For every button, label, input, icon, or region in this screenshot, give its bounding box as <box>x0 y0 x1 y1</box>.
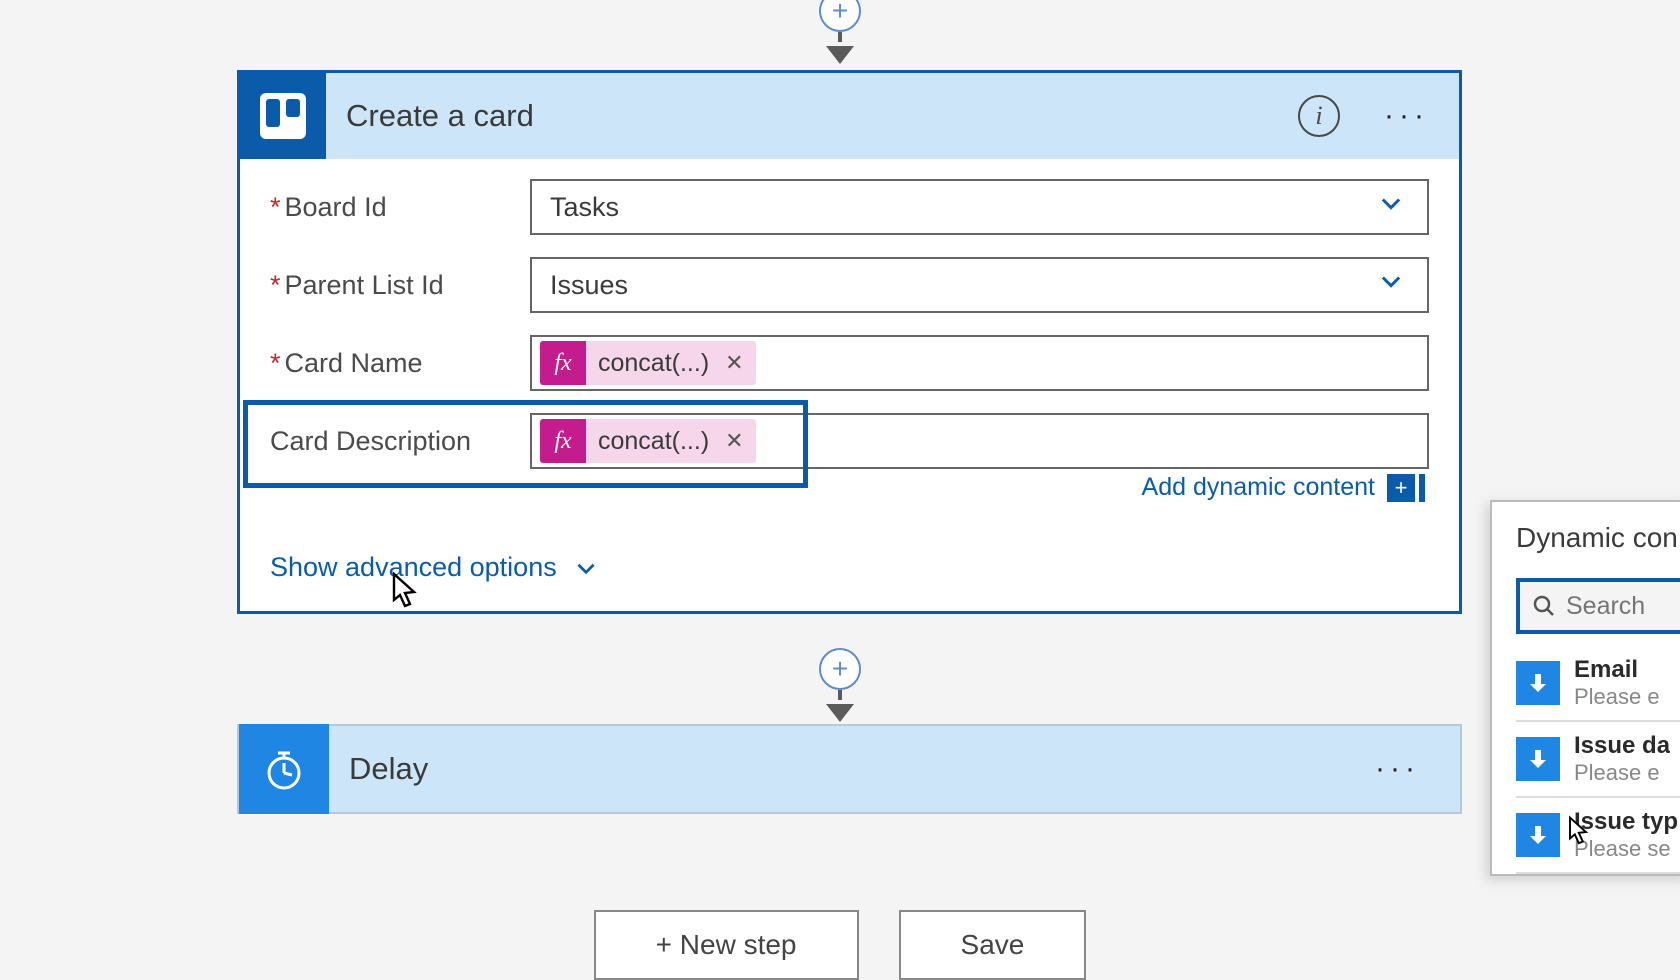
field-card-description: Card Description fx concat(...) ✕ <box>270 413 1429 469</box>
flow-connector-top: + <box>819 0 861 64</box>
delay-title: Delay <box>329 751 1375 787</box>
remove-token-icon[interactable]: ✕ <box>721 350 755 376</box>
action-title: Create a card <box>326 98 1298 134</box>
save-button[interactable]: Save <box>899 910 1087 980</box>
add-step-button[interactable]: + <box>819 648 861 690</box>
dynamic-search-input[interactable] <box>1516 578 1680 634</box>
add-step-button[interactable]: + <box>819 0 861 32</box>
flow-connector-mid: + <box>819 648 861 722</box>
remove-token-icon[interactable]: ✕ <box>721 428 755 454</box>
form-field-icon <box>1516 661 1560 705</box>
fx-icon: fx <box>540 419 586 463</box>
label-card-description: Card Description <box>270 426 530 457</box>
action-delay[interactable]: Delay ··· <box>237 724 1462 814</box>
dropdown-parent-list-id[interactable]: Issues <box>530 257 1429 313</box>
label-card-name: *Card Name <box>270 348 530 379</box>
form-field-icon <box>1516 737 1560 781</box>
more-menu-icon[interactable]: ··· <box>1384 99 1429 133</box>
input-card-name[interactable]: fx concat(...) ✕ <box>530 335 1429 391</box>
add-dynamic-content-link[interactable]: Add dynamic content + <box>270 473 1425 502</box>
field-board-id: *Board Id Tasks <box>270 179 1429 235</box>
input-card-description[interactable]: fx concat(...) ✕ <box>530 413 1429 469</box>
search-icon <box>1532 594 1556 618</box>
label-parent-list-id: *Parent List Id <box>270 270 530 301</box>
dynamic-panel-title: Dynamic con <box>1516 522 1680 554</box>
action-header[interactable]: Create a card i ··· <box>240 73 1459 159</box>
fx-icon: fx <box>540 341 586 385</box>
expression-token[interactable]: fx concat(...) ✕ <box>540 419 756 463</box>
dropdown-board-id[interactable]: Tasks <box>530 179 1429 235</box>
field-card-name: *Card Name fx concat(...) ✕ <box>270 335 1429 391</box>
field-parent-list-id: *Parent List Id Issues <box>270 257 1429 313</box>
plus-icon: + <box>1387 474 1415 502</box>
expression-token[interactable]: fx concat(...) ✕ <box>540 341 756 385</box>
dynamic-content-panel: Dynamic con Email Please e Issue da Plea… <box>1490 500 1680 876</box>
show-advanced-options-link[interactable]: Show advanced options <box>270 552 599 583</box>
label-board-id: *Board Id <box>270 192 530 223</box>
chevron-down-icon <box>1377 189 1405 225</box>
more-menu-icon[interactable]: ··· <box>1375 752 1420 786</box>
arrow-down-icon <box>826 704 854 722</box>
clock-icon <box>239 724 329 814</box>
info-icon[interactable]: i <box>1298 95 1340 137</box>
form-field-icon <box>1516 813 1560 857</box>
chevron-down-icon <box>1377 267 1405 303</box>
dynamic-item[interactable]: Issue typ Please se <box>1516 798 1680 874</box>
action-create-card: Create a card i ··· *Board Id Tasks *Par… <box>237 70 1462 614</box>
dynamic-item[interactable]: Issue da Please e <box>1516 722 1680 798</box>
chevron-down-icon <box>573 555 599 581</box>
trello-icon <box>240 73 326 159</box>
arrow-down-icon <box>826 46 854 64</box>
dynamic-item[interactable]: Email Please e <box>1516 646 1680 722</box>
new-step-button[interactable]: + New step <box>594 910 859 980</box>
